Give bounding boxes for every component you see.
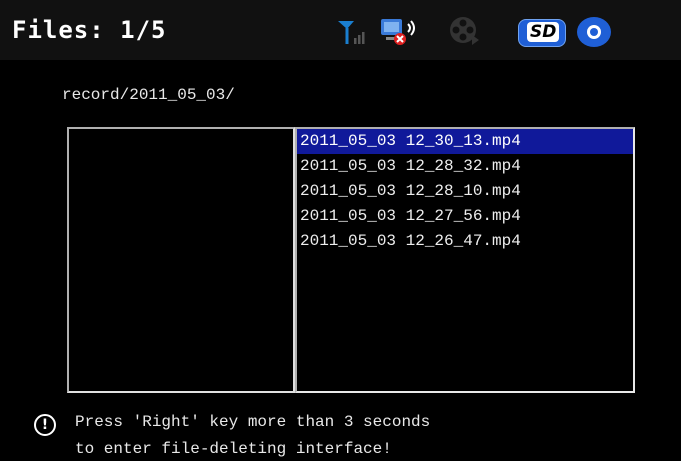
hint-line-2: to enter file-deleting interface! — [75, 440, 392, 458]
file-list[interactable]: 2011_05_03 12_30_13.mp4 2011_05_03 12_28… — [295, 127, 635, 393]
page-title: Files: 1/5 — [12, 16, 167, 44]
file-item[interactable]: 2011_05_03 12_28_10.mp4 — [297, 179, 633, 204]
file-item[interactable]: 2011_05_03 12_28_32.mp4 — [297, 154, 633, 179]
disc-icon — [577, 17, 611, 47]
current-path: record/2011_05_03/ — [62, 86, 235, 104]
antenna-signal-icon — [338, 21, 365, 44]
file-item[interactable]: 2011_05_03 12_26_47.mp4 — [297, 229, 633, 254]
preview-pane — [67, 127, 295, 393]
sd-card-icon: SD — [518, 19, 566, 47]
status-bar: Files: 1/5 SD — [0, 0, 681, 60]
film-reel-icon — [450, 17, 479, 45]
sd-label: SD — [527, 22, 560, 42]
file-item[interactable]: 2011_05_03 12_27_56.mp4 — [297, 204, 633, 229]
file-item[interactable]: 2011_05_03 12_30_13.mp4 — [297, 129, 633, 154]
hint-line-1: Press 'Right' key more than 3 seconds — [75, 413, 431, 431]
camera-muted-icon — [381, 19, 415, 45]
warning-icon: ! — [34, 414, 56, 436]
